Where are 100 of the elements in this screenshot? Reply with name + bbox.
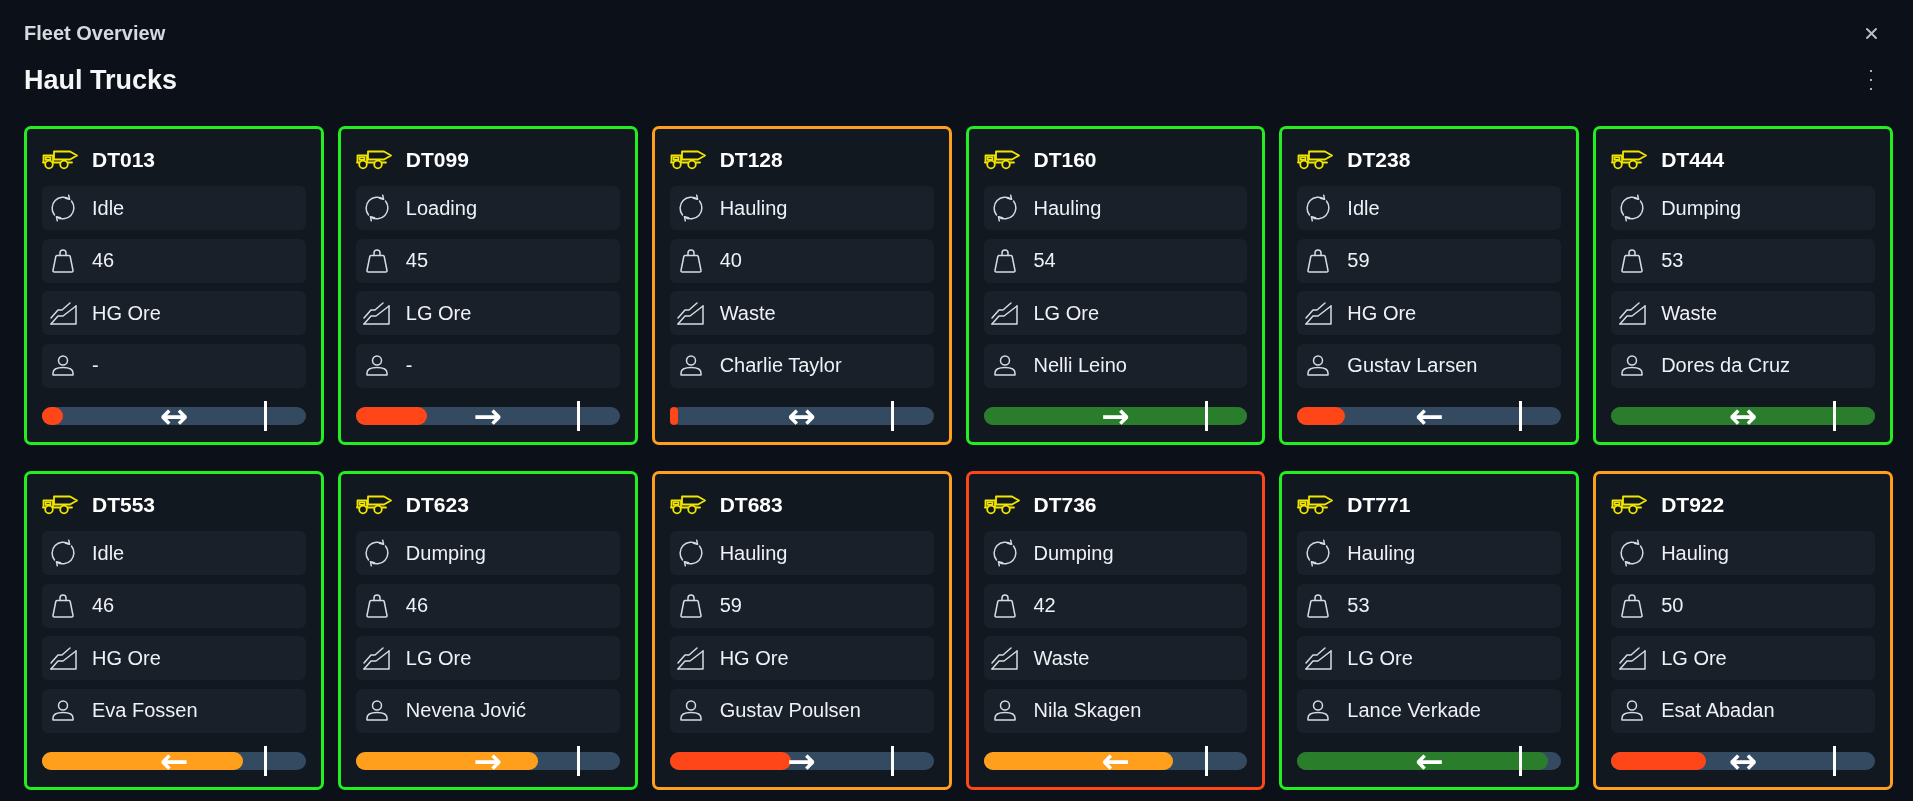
person-icon [365,355,388,376]
payload-value: 50 [1661,594,1684,617]
dump-truck-icon [983,495,1020,514]
marker-icon [577,400,581,431]
operator-name: Lance Verkade [1347,699,1481,722]
operator-name: Nila Skagen [1033,699,1142,722]
truck-card[interactable]: DT736 Dumping 42 Waste Nila Skagen ← [965,471,1266,790]
marker-icon [1832,400,1836,431]
payload-value: 46 [92,594,115,617]
material-name: LG Ore [405,646,472,670]
dump-truck-icon [1611,150,1648,169]
truck-card[interactable]: DT553 Idle 46 HG Ore Eva Fossen ← [24,471,324,790]
payload-value: 53 [1661,249,1684,272]
material-name: Waste [719,301,776,325]
marker-icon [1518,400,1522,431]
marker-icon [891,745,895,776]
truck-state: Hauling [1661,541,1729,565]
weight-icon [993,248,1016,273]
truck-card[interactable]: DT623 Dumping 46 LG Ore Nevena Jović → [337,471,638,790]
truck-id: DT553 [92,492,156,517]
dump-truck-icon [1611,495,1648,514]
material-name: Waste [1661,301,1718,325]
truck-id: DT238 [1347,147,1411,172]
truck-id: DT623 [405,492,469,517]
person-icon [52,355,74,376]
area-chart-icon [991,301,1018,325]
arrow-icon: ← [1415,400,1444,431]
truck-state: Dumping [1033,541,1114,565]
truck-state: Idle [1347,196,1380,220]
material-name: Waste [1033,646,1090,670]
arrow-icon: ↔ [787,400,816,431]
payload-value: 45 [405,249,429,272]
area-chart-icon [677,646,705,670]
truck-id: DT128 [719,147,783,172]
truck-state: Hauling [719,541,788,565]
payload-value: 59 [1347,249,1370,272]
truck-card[interactable]: DT922 Hauling 50 LG Ore Esat Abadan ↔ [1593,471,1893,790]
person-icon [1307,355,1330,376]
area-chart-icon [49,301,77,325]
person-icon [1621,700,1644,721]
payload-value: 59 [719,594,742,617]
material-name: LG Ore [405,301,472,325]
truck-card[interactable]: DT771 Hauling 53 LG Ore Lance Verkade ← [1279,471,1580,790]
close-icon [1865,27,1877,39]
truck-card[interactable]: DT444 Dumping 53 Waste Dores da Cruz ↔ [1593,126,1893,445]
truck-card[interactable]: DT099 Loading 45 LG Ore - → [337,126,638,445]
marker-icon [263,745,267,776]
arrow-icon: ↔ [159,400,189,431]
truck-state: Hauling [1033,196,1102,220]
payload-value: 46 [405,594,429,617]
truck-card[interactable]: DT683 Hauling 59 HG Ore Gustav Poulsen → [651,471,952,790]
operator-name: Esat Abadan [1661,699,1775,722]
dump-truck-icon [355,495,392,514]
truck-card[interactable]: DT128 Hauling 40 Waste Charlie Taylor ↔ [651,126,952,445]
weight-icon [365,248,388,273]
truck-card[interactable]: DT013 Idle 46 HG Ore - ↔ [24,126,324,445]
cycle-icon [48,538,78,568]
person-icon [52,700,74,721]
truck-id: DT444 [1661,147,1725,172]
arrow-icon: → [1101,400,1130,431]
truck-id: DT160 [1033,147,1097,172]
area-chart-icon [363,301,391,325]
person-icon [1307,700,1330,721]
material-name: HG Ore [719,646,789,670]
weight-icon [1621,593,1644,618]
operator-name: Dores da Cruz [1661,354,1791,377]
person-icon [993,355,1016,376]
arrow-icon: ↔ [1728,400,1758,431]
marker-icon [263,400,267,431]
cycle-icon [48,193,78,223]
material-name: HG Ore [92,646,161,670]
person-icon [679,700,702,721]
truck-id: DT013 [92,147,156,172]
dump-truck-icon [42,150,78,169]
truck-card[interactable]: DT238 Idle 59 HG Ore Gustav Larsen ← [1279,126,1580,445]
weight-icon [1307,248,1330,273]
operator-name: - [92,354,99,377]
area-chart-icon [363,646,391,670]
arrow-icon: ← [1415,745,1444,776]
area-chart-icon [1618,301,1646,325]
material-name: HG Ore [92,301,161,325]
marker-icon [1832,745,1836,776]
weight-icon [1621,248,1644,273]
marker-icon [577,745,581,776]
truck-id: DT736 [1033,492,1097,517]
marker-icon [1205,400,1209,431]
arrow-icon: ← [1101,745,1130,776]
material-name: LG Ore [1661,646,1727,670]
truck-id: DT922 [1661,492,1725,517]
arrow-icon: → [473,745,502,776]
weight-icon [679,593,702,618]
arrow-icon: → [473,400,502,431]
person-icon [365,700,388,721]
operator-name: Nelli Leino [1033,354,1127,377]
truck-card[interactable]: DT160 Hauling 54 LG Ore Nelli Leino → [965,126,1266,445]
person-icon [993,700,1016,721]
dump-truck-icon [669,495,706,514]
person-icon [1621,355,1644,376]
area-chart-icon [1618,646,1646,670]
dump-truck-icon [42,495,78,514]
